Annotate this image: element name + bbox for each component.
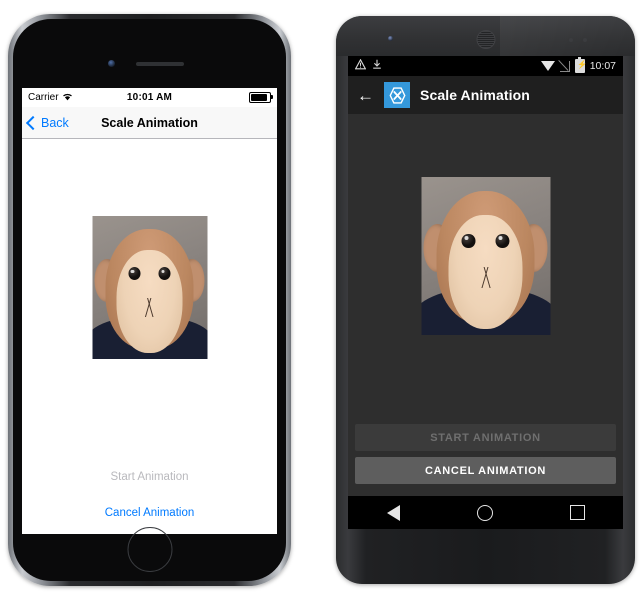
home-button[interactable] — [127, 527, 172, 572]
iphone-device-frame: Carrier 10:01 AM Back Scale Animation St… — [8, 14, 291, 586]
download-icon — [372, 59, 382, 73]
ios-button-group: Start Animation Cancel Animation — [22, 467, 277, 523]
cancel-animation-button[interactable]: CANCEL ANIMATION — [355, 457, 616, 484]
ios-monkey-image-container — [92, 216, 207, 359]
photo-monkey-nose — [475, 267, 497, 288]
ios-clock: 10:01 AM — [126, 92, 173, 103]
back-button-label: Back — [41, 115, 69, 130]
android-status-left — [354, 58, 541, 73]
monkey-photo — [92, 216, 207, 359]
earpiece-speaker-icon — [476, 30, 495, 49]
ios-carrier-group: Carrier — [28, 92, 108, 104]
wifi-icon — [62, 92, 73, 104]
android-monkey-image-container — [421, 177, 550, 335]
ios-content-area: Start Animation Cancel Animation — [22, 139, 277, 534]
android-content-area: START ANIMATION CANCEL ANIMATION — [348, 114, 623, 496]
photo-monkey-nose — [140, 298, 160, 317]
bezel-sheen — [500, 16, 635, 56]
wifi-icon — [540, 61, 555, 71]
nav-home-circle-icon[interactable] — [476, 504, 493, 521]
warning-triangle-icon — [354, 58, 367, 73]
photo-monkey-eye-left — [461, 233, 476, 249]
android-navigation-bar — [348, 496, 623, 529]
ios-carrier-label: Carrier — [28, 92, 59, 103]
monkey-photo — [421, 177, 550, 335]
android-status-right: ⚡ 10:07 — [540, 57, 616, 73]
android-button-group: START ANIMATION CANCEL ANIMATION — [348, 424, 623, 490]
battery-full-icon — [248, 91, 274, 104]
front-camera-icon — [388, 36, 393, 41]
ios-status-right — [191, 91, 274, 104]
signal-off-icon — [559, 60, 570, 72]
android-screen: ⚡ 10:07 ← Scale Animation START ANIMATIO… — [348, 56, 623, 529]
chevron-left-icon — [25, 115, 41, 130]
front-camera-icon — [108, 60, 115, 67]
start-animation-button[interactable]: START ANIMATION — [355, 424, 616, 451]
comparison-screenshot: Carrier 10:01 AM Back Scale Animation St… — [0, 0, 643, 600]
android-clock: 10:07 — [589, 60, 616, 72]
arrow-left-icon[interactable]: ← — [357, 87, 374, 104]
ios-navigation-bar: Back Scale Animation — [22, 107, 277, 139]
cancel-animation-button[interactable]: Cancel Animation — [22, 503, 277, 523]
light-sensor-icon — [583, 38, 587, 42]
nav-recents-square-icon[interactable] — [569, 505, 585, 520]
xamarin-logo — [384, 82, 410, 108]
android-status-bar: ⚡ 10:07 — [348, 56, 623, 76]
earpiece-speaker-icon — [136, 62, 184, 66]
android-app-bar: ← Scale Animation — [348, 76, 623, 114]
photo-monkey-eye-right — [158, 267, 171, 281]
page-title: Scale Animation — [420, 87, 530, 103]
battery-charging-icon: ⚡ — [574, 57, 587, 73]
start-animation-button[interactable]: Start Animation — [22, 467, 277, 487]
android-device-frame: ⚡ 10:07 ← Scale Animation START ANIMATIO… — [336, 16, 635, 584]
proximity-sensor-icon — [569, 38, 573, 42]
back-button[interactable]: Back — [22, 115, 69, 130]
ios-status-bar: Carrier 10:01 AM — [22, 88, 277, 107]
nav-back-triangle-icon[interactable] — [386, 504, 400, 521]
ios-screen: Carrier 10:01 AM Back Scale Animation St… — [22, 88, 277, 534]
